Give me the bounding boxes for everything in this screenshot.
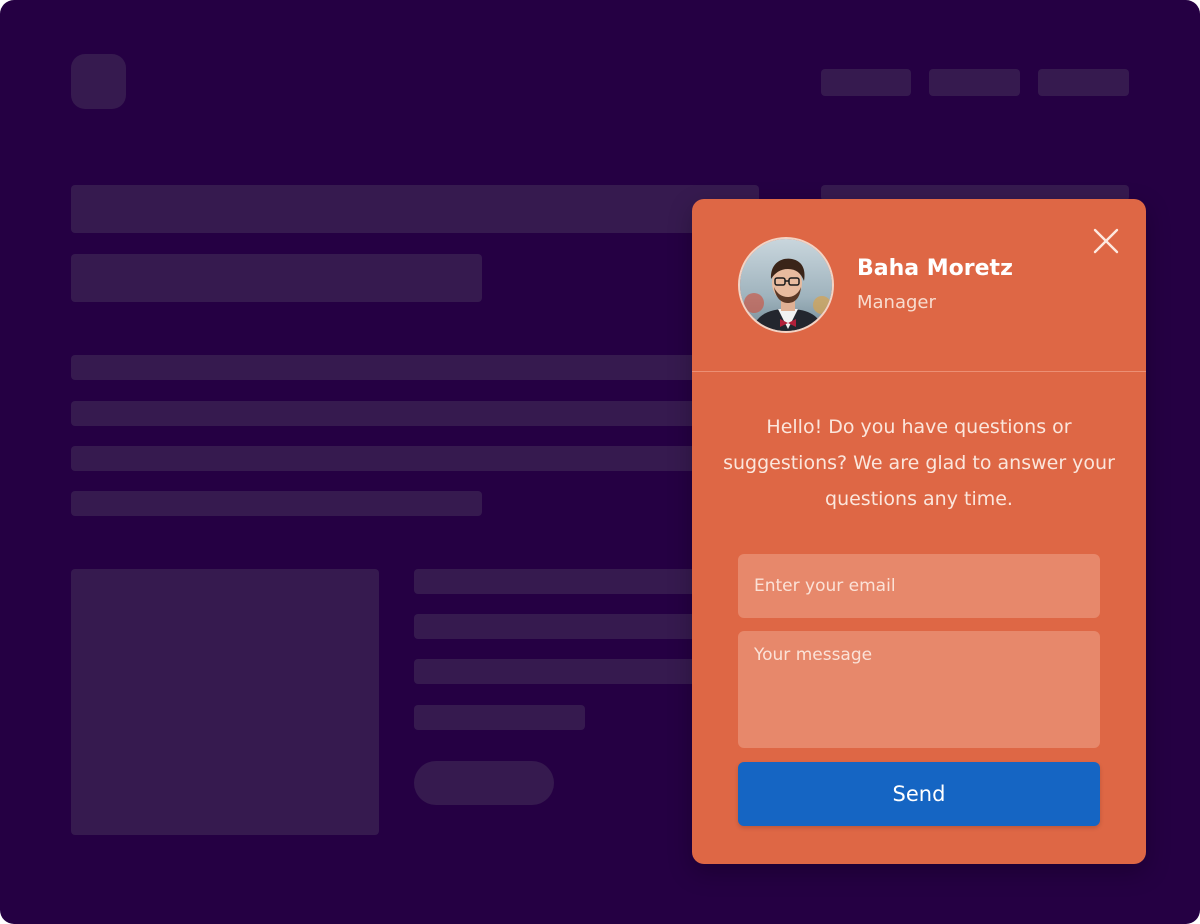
heading-placeholder-2 — [71, 254, 482, 302]
text-line-placeholder — [414, 569, 714, 594]
text-line-placeholder — [414, 705, 585, 730]
image-placeholder — [71, 569, 379, 835]
text-line-placeholder — [71, 401, 711, 426]
page-background: Baha Moretz Manager Hello! Do you have q… — [0, 0, 1200, 924]
nav-placeholder-2 — [929, 69, 1020, 96]
chat-widget: Baha Moretz Manager Hello! Do you have q… — [692, 199, 1146, 864]
close-icon[interactable] — [1090, 225, 1122, 257]
agent-avatar — [738, 237, 834, 333]
email-field[interactable] — [738, 554, 1100, 618]
text-line-placeholder — [71, 446, 711, 471]
agent-role: Manager — [857, 292, 936, 313]
header-divider — [692, 371, 1146, 372]
text-line-placeholder — [414, 659, 714, 684]
heading-placeholder-1 — [71, 185, 759, 233]
user-avatar-photo — [740, 239, 832, 331]
agent-name: Baha Moretz — [857, 256, 1013, 281]
button-placeholder — [414, 761, 554, 805]
greeting-message: Hello! Do you have questions or suggesti… — [723, 416, 1115, 510]
nav-placeholder-1 — [821, 69, 911, 96]
send-button[interactable]: Send — [738, 762, 1100, 826]
nav-placeholder-3 — [1038, 69, 1129, 96]
text-line-placeholder — [414, 614, 714, 639]
text-line-placeholder — [71, 491, 482, 516]
message-field[interactable] — [738, 631, 1100, 748]
logo-placeholder — [71, 54, 126, 109]
text-line-placeholder — [71, 355, 711, 380]
